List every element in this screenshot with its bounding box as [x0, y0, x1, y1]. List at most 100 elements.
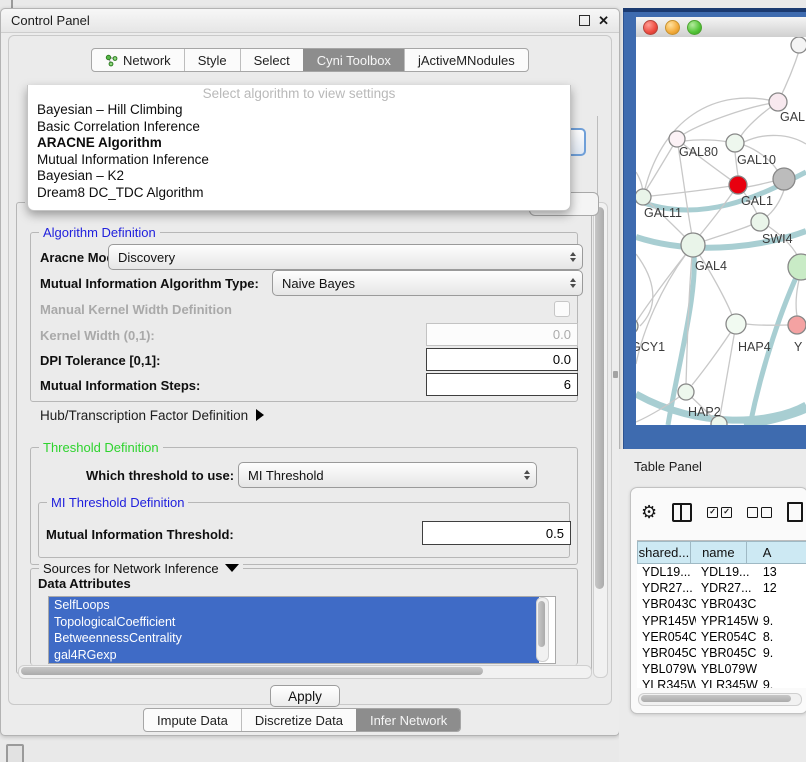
data-attribute-item[interactable]: gal4RGexp [49, 647, 539, 664]
table-column-header[interactable]: shared... [637, 541, 691, 564]
table-cell: YER054C [637, 629, 696, 645]
network-node-label: GAL1 [741, 194, 773, 208]
float-window-icon[interactable] [579, 15, 590, 26]
network-node-swi4[interactable] [751, 213, 769, 231]
table-row[interactable]: YLR345WYLR345W9. [637, 677, 806, 688]
minimize-traffic-light-icon[interactable] [665, 20, 680, 35]
algorithm-option[interactable]: Mutual Information Inference [28, 152, 570, 169]
mi-type-combo[interactable]: Naive Bayes [272, 270, 583, 296]
zoom-traffic-light-icon[interactable] [687, 20, 702, 35]
table-column-header[interactable]: name [691, 541, 747, 564]
network-node-gal[interactable] [769, 93, 787, 111]
table-settings-gear-icon[interactable]: ⚙ [641, 503, 657, 521]
table-row[interactable]: YBR045CYBR045C9. [637, 645, 806, 661]
table-cell: YBR045C [637, 645, 696, 661]
mi-threshold-label: Mutual Information Threshold: [46, 527, 234, 542]
tab-select[interactable]: Select [240, 49, 303, 71]
data-attribute-item[interactable]: BetweennessCentrality [49, 630, 539, 647]
table-cell: YLR345W [696, 677, 758, 688]
data-attribute-item[interactable]: SelfLoops [49, 597, 539, 614]
which-threshold-combo[interactable]: MI Threshold [238, 462, 537, 488]
mi-steps-field[interactable]: 6 [426, 373, 578, 396]
minimized-panel-icon[interactable] [6, 744, 24, 762]
deselect-all-icon[interactable] [747, 507, 772, 518]
settings-horizontal-scrollbar[interactable] [18, 665, 592, 679]
network-node-gal4[interactable] [681, 233, 705, 257]
table-column-header[interactable]: A [747, 541, 806, 564]
network-node[interactable] [788, 254, 806, 280]
mi-threshold-field[interactable]: 0.5 [422, 521, 571, 545]
select-all-icon[interactable]: ✓✓ [707, 507, 732, 518]
hub-section-label[interactable]: Hub/Transcription Factor Definition [40, 408, 264, 423]
network-node[interactable] [773, 168, 795, 190]
mi-type-label: Mutual Information Algorithm Type: [40, 276, 259, 291]
control-panel-content: Network Style Select Cyni Toolbox jActiv… [8, 35, 612, 705]
network-node-label: GAL80 [679, 145, 718, 159]
control-panel-window: Control Panel ✕ [0, 8, 620, 736]
table-horizontal-scrollbar[interactable] [638, 693, 802, 706]
table-cell: YDR27... [696, 580, 758, 596]
network-node-hap2[interactable] [678, 384, 694, 400]
combo-spinner-icon [564, 272, 581, 294]
network-canvas[interactable]: GALGAL80GAL10GAL1GAL11SWI4GAL4GCY1HAP4YH… [636, 37, 806, 425]
network-edge [720, 324, 736, 416]
table-row[interactable]: YPR145WYPR145W9. [637, 613, 806, 629]
table-panel-region: Table Panel ⚙ ✓✓ shared...nameAYDL19...Y… [619, 449, 806, 762]
collapse-down-icon[interactable] [225, 564, 239, 572]
expand-right-icon[interactable] [256, 409, 264, 421]
network-edge [747, 181, 774, 187]
table-cell: YBL079W [637, 661, 696, 677]
algorithm-option[interactable]: Bayesian – K2 [28, 168, 570, 185]
algorithm-option[interactable]: Basic Correlation Inference [28, 119, 570, 136]
table-row[interactable]: YER054CYER054C8. [637, 629, 806, 645]
network-edge [796, 280, 799, 316]
tab-discretize-data[interactable]: Discretize Data [241, 709, 356, 731]
tab-impute-data[interactable]: Impute Data [144, 709, 241, 731]
network-node-label: GAL11 [644, 206, 682, 220]
dpi-tolerance-field[interactable]: 0.0 [426, 348, 578, 371]
settings-vertical-scrollbar[interactable] [593, 202, 608, 678]
export-table-icon[interactable] [787, 502, 803, 522]
algorithm-dropdown-items: Bayesian – Hill ClimbingBasic Correlatio… [28, 102, 570, 202]
sources-group-title[interactable]: Sources for Network Inference [39, 561, 243, 576]
algorithm-option[interactable]: Bayesian – Hill Climbing [28, 102, 570, 119]
network-node-gal10[interactable] [726, 134, 744, 152]
network-node[interactable] [791, 37, 806, 53]
algorithm-definition-title: Algorithm Definition [39, 225, 160, 240]
table-row[interactable]: YDL19...YDL19...13 [637, 564, 806, 580]
screen: Control Panel ✕ [0, 0, 806, 762]
which-threshold-value: MI Threshold [248, 468, 324, 483]
kernel-width-field[interactable]: 0.0 [426, 323, 578, 346]
table-cell: 12 [758, 580, 806, 596]
table-row[interactable]: YDR27...YDR27...12 [637, 580, 806, 596]
data-attribute-item[interactable]: TopologicalCoefficient [49, 614, 539, 631]
network-window-titlebar[interactable] [636, 17, 806, 38]
window-title: Control Panel [11, 13, 90, 28]
column-visibility-icon[interactable] [672, 503, 692, 522]
network-node-y[interactable] [788, 316, 806, 334]
tab-infer-network[interactable]: Infer Network [356, 709, 460, 731]
algorithm-option[interactable]: Dream8 DC_TDC Algorithm [28, 185, 570, 202]
network-node-gal1[interactable] [729, 176, 747, 194]
apply-button[interactable]: Apply [270, 685, 340, 707]
close-window-icon[interactable]: ✕ [598, 16, 609, 26]
table-cell [758, 661, 806, 677]
mi-type-value: Naive Bayes [282, 276, 355, 291]
table-row[interactable]: YBR043CYBR043C [637, 596, 806, 612]
table-row[interactable]: YBL079WYBL079W [637, 661, 806, 677]
panel-splitter-handle[interactable] [613, 371, 618, 378]
table-cell: 9. [758, 613, 806, 629]
network-node-gal11[interactable] [636, 189, 651, 205]
tab-network[interactable]: Network [92, 49, 184, 71]
tab-jactivemnodules[interactable]: jActiveMNodules [404, 49, 528, 71]
network-node-hap4[interactable] [726, 314, 746, 334]
attribute-list-scrollbar[interactable] [536, 597, 549, 662]
table-cell: YBR043C [696, 596, 758, 612]
tab-cyni-toolbox[interactable]: Cyni Toolbox [303, 49, 404, 71]
close-traffic-light-icon[interactable] [643, 20, 658, 35]
algorithm-option[interactable]: ARACNE Algorithm [28, 135, 570, 152]
table-cell: YPR145W [696, 613, 758, 629]
manual-kernel-checkbox[interactable] [554, 301, 570, 317]
aracne-mode-combo[interactable]: Discovery [108, 244, 583, 270]
tab-style[interactable]: Style [184, 49, 240, 71]
